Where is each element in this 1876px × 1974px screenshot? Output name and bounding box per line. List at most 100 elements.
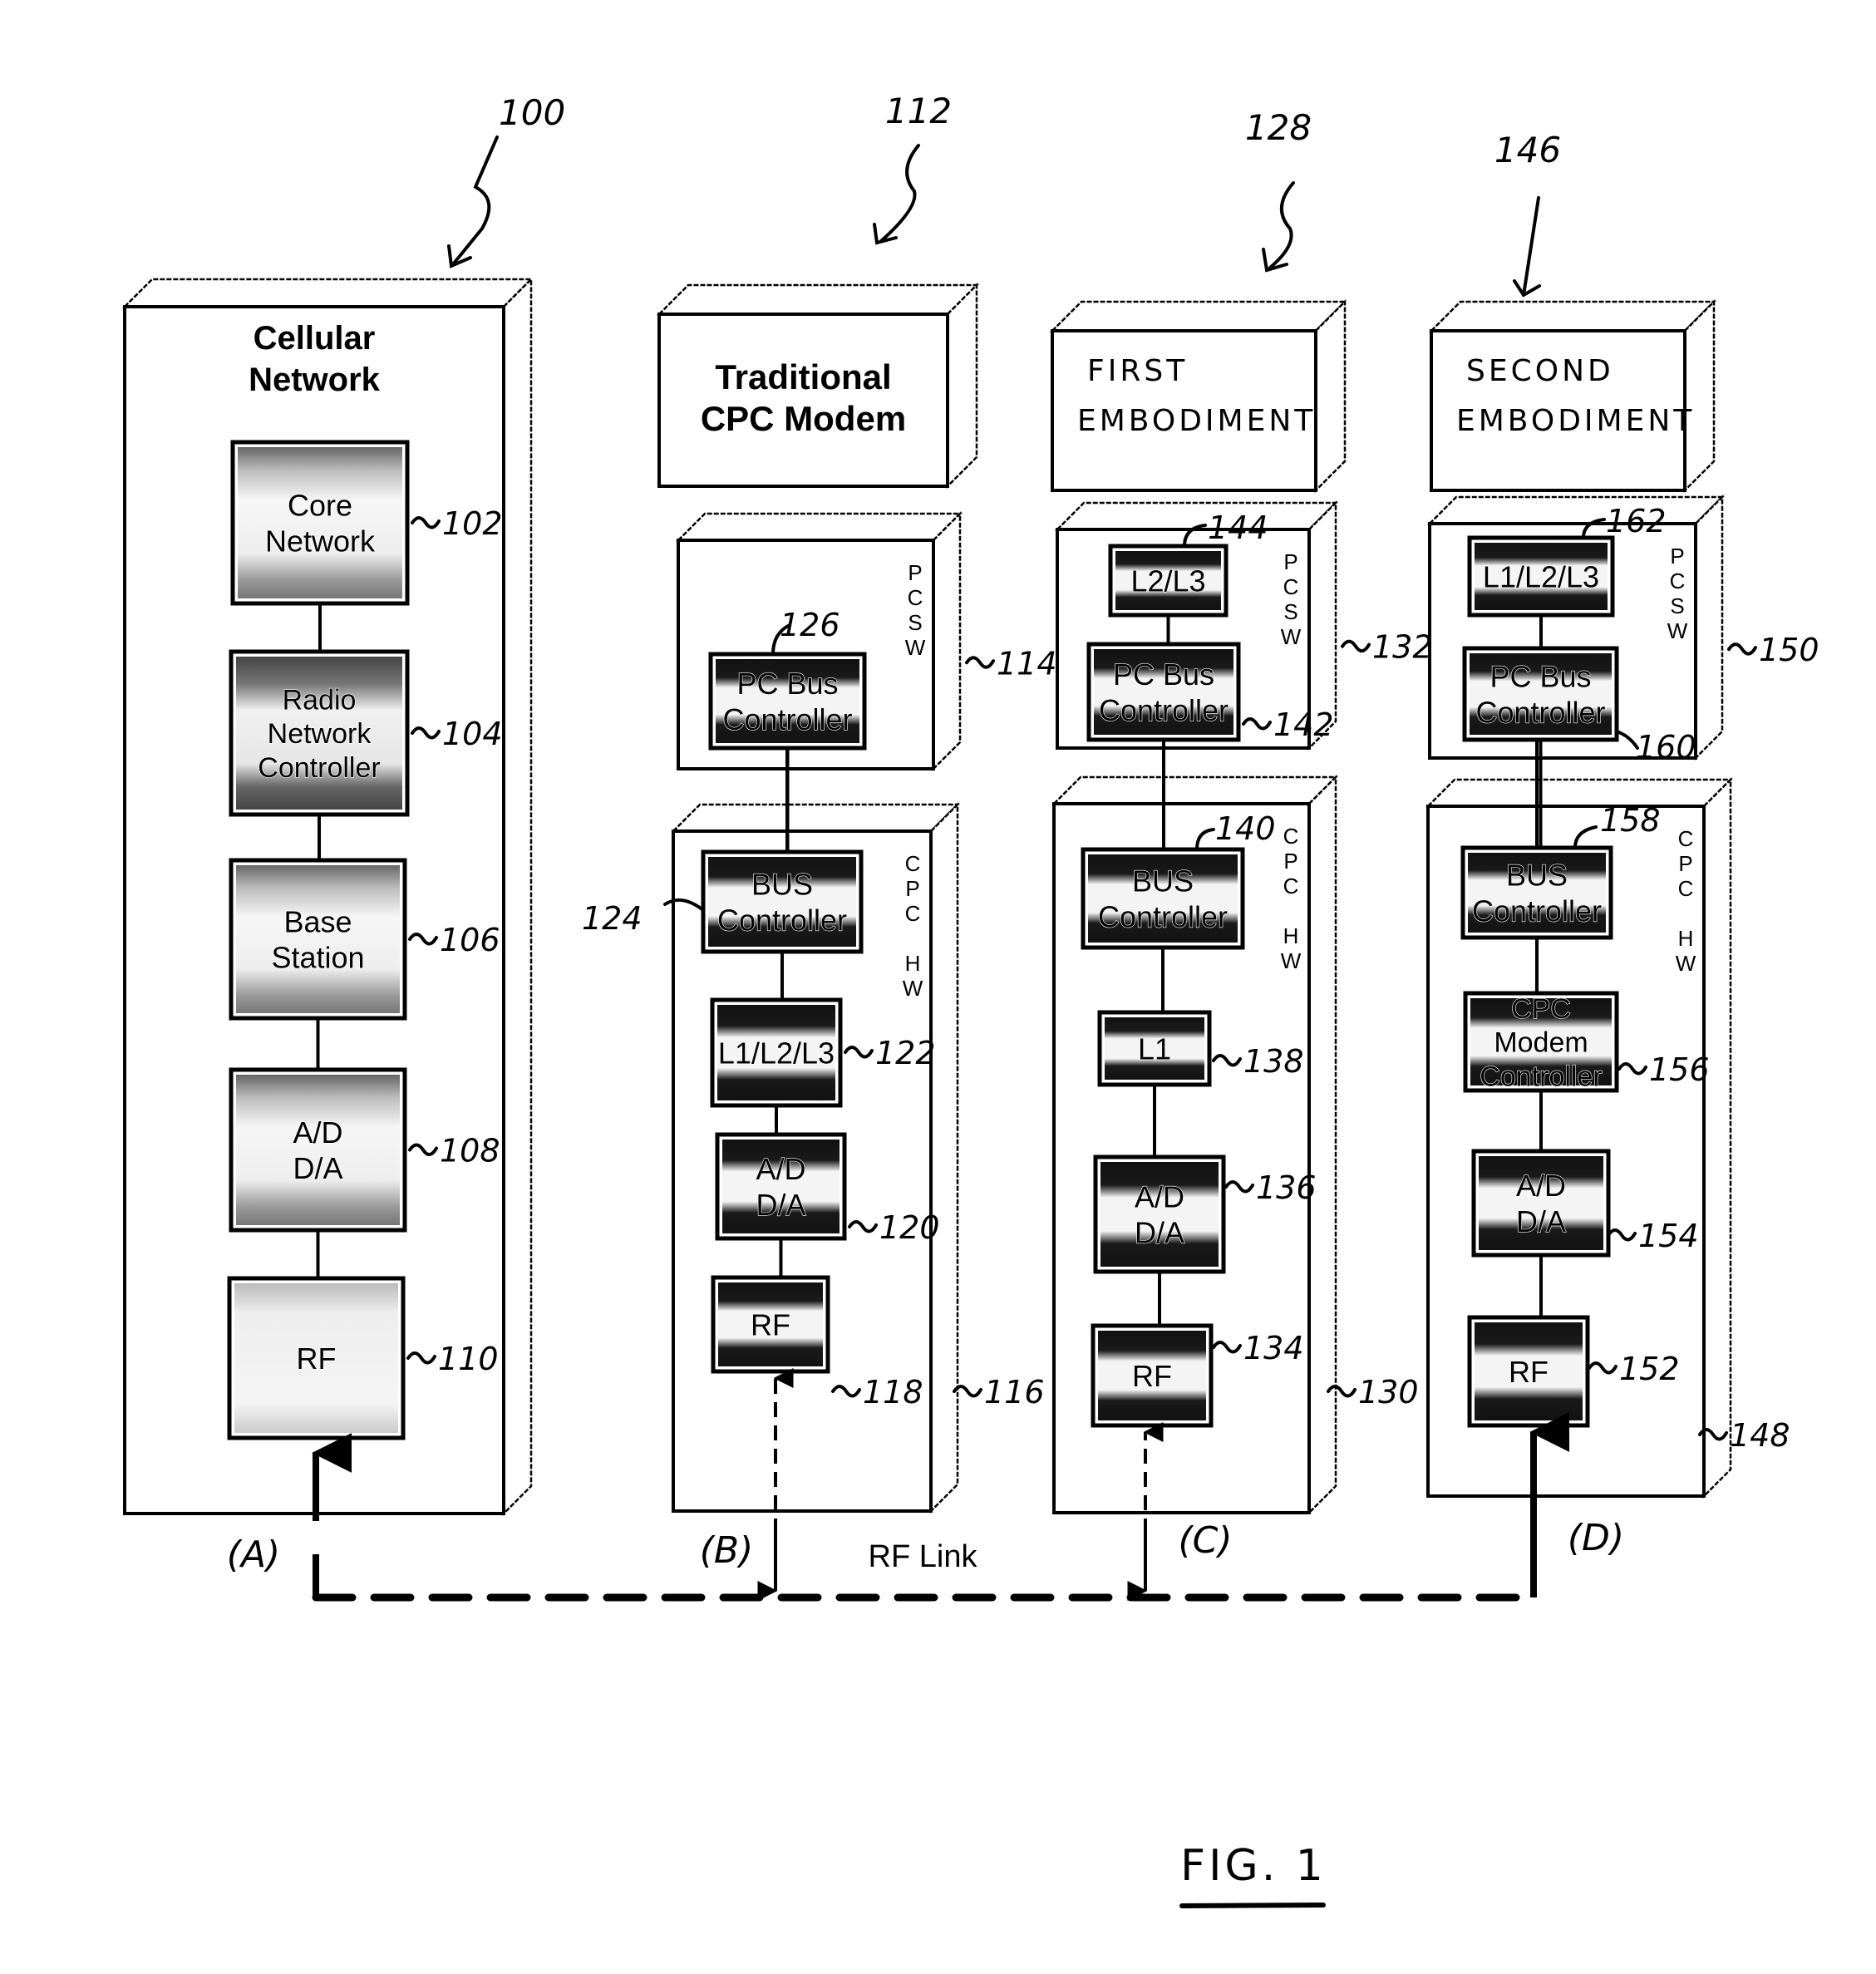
ref-132: 132 bbox=[1341, 629, 1433, 666]
ref-142-number: 142 bbox=[1273, 706, 1334, 743]
pc-sw-side-label: W bbox=[905, 635, 926, 660]
column-header-box bbox=[1049, 298, 1348, 494]
ref-124-number: 124 bbox=[582, 900, 643, 937]
pc-sw-side-label: S bbox=[1283, 599, 1297, 624]
leader-tilde-icon bbox=[1727, 642, 1757, 656]
block-bus-controller: BUSController bbox=[701, 849, 864, 954]
ref-110-number: 110 bbox=[438, 1341, 499, 1377]
ref-150: 150 bbox=[1727, 632, 1819, 668]
block-pc-bus-controller-label: PC Bus bbox=[1113, 657, 1214, 692]
column-header-box-top-face bbox=[656, 283, 980, 316]
column-title: FIRST bbox=[1087, 354, 1188, 388]
block-a-d-d-a-label: A/D bbox=[1135, 1179, 1184, 1213]
block-bus-controller-label: BUS bbox=[1132, 864, 1194, 898]
column-cellular-network: CellularNetwork100CoreNetwork 102RadioNet… bbox=[121, 92, 565, 1576]
ref-120-number: 120 bbox=[879, 1209, 940, 1246]
branch-label: (B) bbox=[700, 1529, 754, 1572]
ref-152-number: 152 bbox=[1619, 1351, 1680, 1387]
block-rf-label: RF bbox=[297, 1341, 337, 1376]
pc-sw-side-label: S bbox=[1670, 593, 1684, 618]
figure-caption: FIG. 1 bbox=[1179, 1841, 1326, 1908]
column-header-box-top-face bbox=[1049, 300, 1348, 332]
block-a-d-d-a-label: D/A bbox=[1516, 1204, 1566, 1238]
figure-ref-number: 146 bbox=[1494, 130, 1561, 170]
cpc-hw-side-label: C bbox=[1678, 876, 1694, 901]
ref-140-number: 140 bbox=[1215, 810, 1276, 847]
block-rf-label: RF bbox=[1132, 1359, 1172, 1393]
cpc-hw-side-label: H bbox=[905, 951, 921, 976]
block-rf: RF bbox=[1467, 1315, 1590, 1428]
branch-label: (C) bbox=[1178, 1519, 1232, 1562]
cellular-network-box-top-face bbox=[121, 278, 534, 308]
block-bus-controller-label: Controller bbox=[1472, 894, 1602, 928]
pc-sw-box-top-face bbox=[1054, 501, 1339, 531]
ref-144-number: 144 bbox=[1208, 509, 1268, 546]
rf-link: RF Link bbox=[312, 1539, 1538, 1602]
ref-118-number: 118 bbox=[863, 1374, 923, 1410]
block-cpc-modem-controller-label: Controller bbox=[1480, 1061, 1602, 1093]
column-header-box-top-face bbox=[1428, 300, 1717, 332]
ref-106-number: 106 bbox=[440, 922, 500, 958]
block-bus-controller: BUSController bbox=[1460, 845, 1613, 940]
ref-130-number: 130 bbox=[1358, 1374, 1419, 1410]
leader-tilde-icon bbox=[965, 656, 995, 669]
ref-pointer-arrow-icon bbox=[451, 135, 499, 266]
ref-136-number: 136 bbox=[1256, 1169, 1317, 1206]
block-rf: RF bbox=[1091, 1323, 1214, 1428]
pc-sw-box-side-face bbox=[1694, 494, 1724, 761]
block-rf-label: RF bbox=[751, 1307, 790, 1341]
ref-116: 116 bbox=[953, 1374, 1045, 1410]
figure-ref-number: 100 bbox=[499, 92, 565, 133]
block-a-d-d-a-fill bbox=[1100, 1162, 1219, 1267]
column-title: Network bbox=[249, 362, 381, 398]
cpc-hw-side-label: C bbox=[905, 851, 921, 876]
block-cpc-modem-controller-label: Modem bbox=[1494, 1027, 1588, 1059]
block-l2-l3-label: L2/L3 bbox=[1130, 564, 1205, 598]
block-l1-l2-l3: L1/L2/L3 bbox=[710, 997, 843, 1108]
block-rf: RF bbox=[711, 1275, 830, 1374]
cpc-hw-side-label: P bbox=[1678, 851, 1692, 876]
column-title: SECOND bbox=[1466, 354, 1614, 388]
cellular-network-box-side-face bbox=[502, 276, 533, 1517]
pc-sw-box-top-face bbox=[1426, 495, 1726, 525]
ref-108-number: 108 bbox=[440, 1133, 500, 1169]
leader-tilde-icon bbox=[1341, 639, 1371, 653]
block-base-station: BaseStation bbox=[229, 858, 407, 1021]
block-cpc-modem-controller: CPCModemController bbox=[1463, 991, 1619, 1093]
pc-sw-side-label: C bbox=[1283, 574, 1299, 599]
ref-160-number: 160 bbox=[1636, 729, 1696, 765]
block-core-network-fill bbox=[238, 447, 402, 598]
block-core-network-label: Core bbox=[288, 488, 352, 522]
cpc-hw-box-side-face bbox=[1307, 774, 1337, 1516]
cpc-hw-side-label: W bbox=[1676, 951, 1696, 976]
column-b: TraditionalCPC Modem112PCSW 114CPCHW116PC… bbox=[582, 91, 1057, 1601]
block-core-network-label: Network bbox=[265, 524, 376, 559]
block-a-d-d-a-label: D/A bbox=[756, 1188, 805, 1222]
cpc-hw-box-top-face bbox=[670, 803, 961, 833]
ref-158-number: 158 bbox=[1600, 802, 1661, 839]
figure-ref-number: 128 bbox=[1245, 107, 1312, 148]
ref-148-number: 148 bbox=[1730, 1417, 1790, 1454]
block-a-d-d-a: A/DD/A bbox=[1093, 1154, 1226, 1274]
column-d: SECONDEMBODIMENT146PCSW150CPCHW148L1/L2/… bbox=[1425, 130, 1819, 1596]
ref-156-number: 156 bbox=[1649, 1051, 1710, 1088]
branch-label: (D) bbox=[1568, 1517, 1624, 1559]
cpc-hw-box-side-face bbox=[1702, 776, 1732, 1499]
pc-sw-side-label: S bbox=[908, 610, 922, 635]
pc-sw-side-label: P bbox=[1670, 544, 1684, 569]
cpc-hw-box-top-face bbox=[1051, 775, 1339, 805]
ref-pointer-arrow-icon bbox=[1262, 181, 1295, 273]
block-rf-label: RF bbox=[1509, 1355, 1549, 1389]
cpc-hw-side-label: P bbox=[1283, 849, 1297, 874]
pc-sw-side-label: C bbox=[1670, 569, 1686, 593]
ref-122-number: 122 bbox=[875, 1035, 936, 1071]
ref-138-number: 138 bbox=[1243, 1043, 1304, 1080]
cpc-hw-side-label: C bbox=[905, 901, 921, 926]
cpc-hw-side-label: C bbox=[1283, 874, 1299, 898]
ref-162-number: 162 bbox=[1606, 503, 1667, 539]
block-l1-l2-l3-label: L1/L2/L3 bbox=[718, 1036, 835, 1070]
block-pc-bus-controller-label: Controller bbox=[1475, 696, 1605, 730]
pc-sw-side-label: W bbox=[1667, 618, 1688, 643]
ref-154-number: 154 bbox=[1638, 1218, 1699, 1254]
block-bus-controller-label: Controller bbox=[717, 903, 847, 938]
